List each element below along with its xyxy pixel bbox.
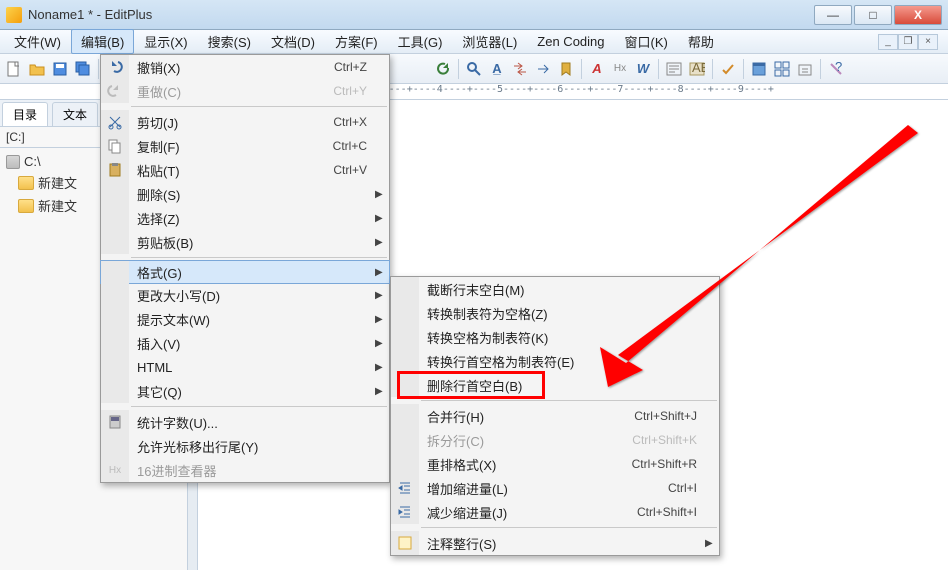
menu-zen[interactable]: Zen Coding <box>527 31 614 52</box>
wordwrap-button[interactable]: W <box>633 59 653 79</box>
menu-item-other[interactable]: 其它(Q)▶ <box>101 379 389 403</box>
save-button[interactable] <box>50 59 70 79</box>
menu-item-indent[interactable]: 增加缩进量(L)Ctrl+I <box>391 476 719 500</box>
window-title: Noname1 * - EditPlus <box>28 7 814 22</box>
window-close-button[interactable]: X <box>894 5 942 25</box>
titlebar: Noname1 * - EditPlus — □ X <box>0 0 948 30</box>
settings-button[interactable] <box>795 59 815 79</box>
sidebar-tab-text[interactable]: 文本 <box>52 102 98 126</box>
tile-button[interactable] <box>772 59 792 79</box>
format-submenu: 截断行末空白(M) 转换制表符为空格(Z) 转换空格为制表符(K) 转换行首空格… <box>390 276 720 556</box>
menu-window[interactable]: 窗口(K) <box>615 29 678 54</box>
edit-menu-dropdown: 撤销(X)Ctrl+Z 重做(C)Ctrl+Y 剪切(J)Ctrl+X 复制(F… <box>100 54 390 483</box>
find-next-button[interactable]: A̲ <box>487 59 507 79</box>
encoding-button[interactable]: AB <box>687 59 707 79</box>
search-button[interactable] <box>464 59 484 79</box>
folder-icon <box>18 199 34 213</box>
menu-item-clipboard[interactable]: 剪贴板(B)▶ <box>101 230 389 254</box>
menu-item-format[interactable]: 格式(G)▶ <box>100 260 390 284</box>
menu-item-reformat[interactable]: 重排格式(X)Ctrl+Shift+R <box>391 452 719 476</box>
hex-button[interactable]: Hx <box>610 59 630 79</box>
sidebar-tab-directory[interactable]: 目录 <box>2 102 48 126</box>
menu-item-html[interactable]: HTML▶ <box>101 355 389 379</box>
menu-item-trim-trailing[interactable]: 截断行末空白(M) <box>391 277 719 301</box>
undo-icon <box>107 59 123 75</box>
spellcheck-button[interactable] <box>718 59 738 79</box>
menu-item-split-lines: 拆分行(C)Ctrl+Shift+K <box>391 428 719 452</box>
goto-button[interactable] <box>533 59 553 79</box>
menu-item-tab-to-space[interactable]: 转换制表符为空格(Z) <box>391 301 719 325</box>
bookmark-button[interactable] <box>556 59 576 79</box>
copy-icon <box>107 138 123 154</box>
linebreak-button[interactable] <box>664 59 684 79</box>
save-all-button[interactable] <box>73 59 93 79</box>
menu-item-trim-leading[interactable]: 删除行首空白(B) <box>391 373 719 397</box>
mdi-close-button[interactable]: × <box>918 34 938 50</box>
menu-item-paste[interactable]: 粘贴(T)Ctrl+V <box>101 158 389 182</box>
window-maximize-button[interactable]: □ <box>854 5 892 25</box>
menu-item-select[interactable]: 选择(Z)▶ <box>101 206 389 230</box>
help-button[interactable]: ? <box>826 59 846 79</box>
cut-icon <box>107 114 123 130</box>
menu-tools[interactable]: 工具(G) <box>388 29 453 54</box>
menu-item-insert[interactable]: 插入(V)▶ <box>101 331 389 355</box>
calculator-icon <box>107 414 123 430</box>
menu-item-hexviewer: Hx16进制查看器 <box>101 458 389 482</box>
menu-item-join-lines[interactable]: 合并行(H)Ctrl+Shift+J <box>391 404 719 428</box>
redo-icon <box>107 83 123 99</box>
menu-item-space-to-tab[interactable]: 转换空格为制表符(K) <box>391 325 719 349</box>
font-color-button[interactable]: A <box>587 59 607 79</box>
refresh-button[interactable] <box>433 59 453 79</box>
comment-icon <box>397 535 413 551</box>
menu-item-redo: 重做(C)Ctrl+Y <box>101 79 389 103</box>
menu-item-changecase[interactable]: 更改大小写(D)▶ <box>101 283 389 307</box>
svg-text:AB: AB <box>692 61 705 75</box>
menu-view[interactable]: 显示(X) <box>134 29 197 54</box>
mdi-minimize-button[interactable]: _ <box>878 34 898 50</box>
menu-item-unindent[interactable]: 减少缩进量(J)Ctrl+Shift+I <box>391 500 719 524</box>
menu-document[interactable]: 文档(D) <box>261 29 325 54</box>
menu-item-cut[interactable]: 剪切(J)Ctrl+X <box>101 110 389 134</box>
menu-project[interactable]: 方案(F) <box>325 29 388 54</box>
replace-button[interactable] <box>510 59 530 79</box>
folder-icon <box>18 176 34 190</box>
menu-item-count[interactable]: 统计字数(U)... <box>101 410 389 434</box>
window-minimize-button[interactable]: — <box>814 5 852 25</box>
menubar: 文件(W) 编辑(B) 显示(X) 搜索(S) 文档(D) 方案(F) 工具(G… <box>0 30 948 54</box>
unindent-icon <box>397 504 413 520</box>
drive-icon <box>6 155 20 169</box>
mdi-restore-button[interactable]: ❐ <box>898 34 918 50</box>
app-window: Noname1 * - EditPlus — □ X 文件(W) 编辑(B) 显… <box>0 0 948 570</box>
browser-button[interactable] <box>749 59 769 79</box>
menu-file[interactable]: 文件(W) <box>4 29 71 54</box>
menu-help[interactable]: 帮助 <box>678 29 724 54</box>
menu-search[interactable]: 搜索(S) <box>198 29 261 54</box>
svg-text:?: ? <box>835 61 842 74</box>
menu-item-extract[interactable]: 提示文本(W)▶ <box>101 307 389 331</box>
menu-browser[interactable]: 浏览器(L) <box>452 29 527 54</box>
menu-item-delete[interactable]: 删除(S)▶ <box>101 182 389 206</box>
menu-item-copy[interactable]: 复制(F)Ctrl+C <box>101 134 389 158</box>
menu-item-undo[interactable]: 撤销(X)Ctrl+Z <box>101 55 389 79</box>
menu-item-cursor-past-eol[interactable]: 允许光标移出行尾(Y) <box>101 434 389 458</box>
menu-item-leadspace-to-tab[interactable]: 转换行首空格为制表符(E) <box>391 349 719 373</box>
indent-icon <box>397 480 413 496</box>
open-file-button[interactable] <box>27 59 47 79</box>
paste-icon <box>107 162 123 178</box>
menu-edit[interactable]: 编辑(B) <box>71 29 134 54</box>
app-icon <box>6 7 22 23</box>
menu-item-comment[interactable]: 注释整行(S)▶ <box>391 531 719 555</box>
new-file-button[interactable] <box>4 59 24 79</box>
